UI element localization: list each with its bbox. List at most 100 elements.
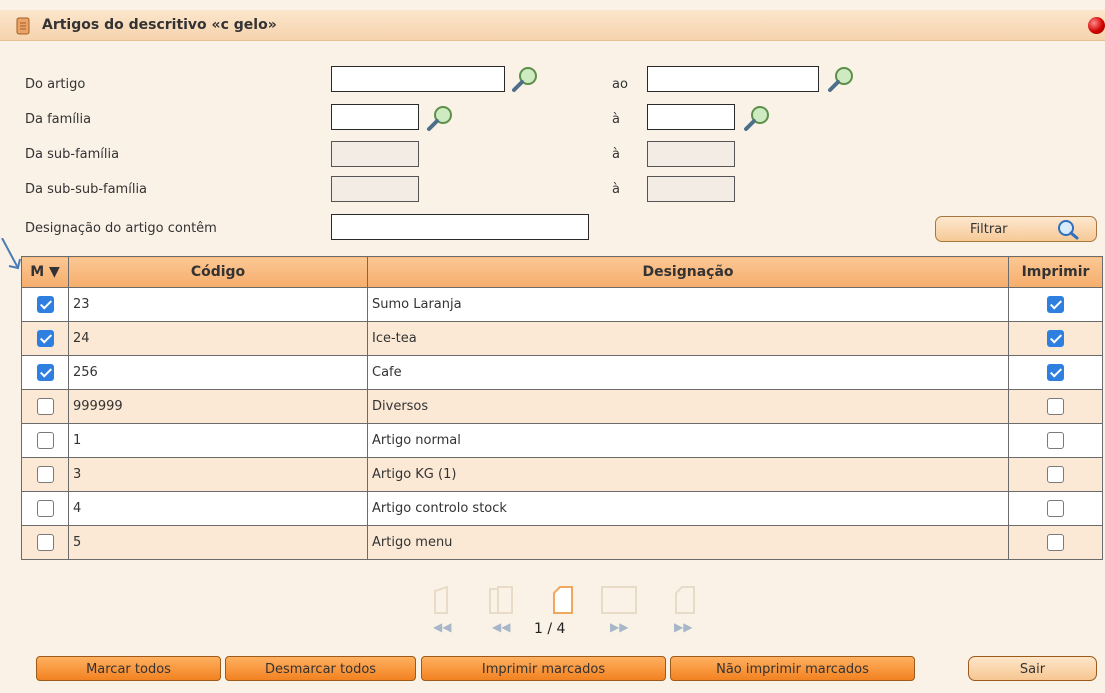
dont-print-marked-button[interactable]: Não imprimir marcados [670,656,915,681]
mark-checkbox[interactable] [36,296,54,313]
page-indicator: 1 / 4 [534,621,566,637]
mark-cell [21,389,69,424]
designacao-cell: Artigo KG (1) [367,457,1009,492]
mark-cell [21,525,69,560]
unmark-all-button[interactable]: Desmarcar todos [225,656,416,681]
designacao-cell: Sumo Laranja [367,287,1009,322]
table-row[interactable]: 999999 Diversos [21,389,1103,424]
mark-checkbox[interactable] [36,466,54,483]
da-subsubfamilia-input [331,176,419,202]
filter-button-label: Filtrar [970,222,1008,237]
do-artigo-input[interactable] [331,66,505,92]
print-checkbox[interactable] [1047,330,1064,347]
mark-checkbox[interactable] [36,534,54,551]
a-subsubfamilia-label: à [612,182,620,197]
mark-cell [21,423,69,458]
filter-button[interactable]: Filtrar [935,216,1097,242]
previous-page-icon[interactable]: ◀◀ [486,583,522,635]
mark-cell [21,287,69,322]
next-page-icon[interactable]: ▶▶ [598,583,648,635]
last-page-icon[interactable]: ▶▶ [670,583,700,635]
designacao-cell: Cafe [367,355,1009,390]
mark-cell [21,457,69,492]
table-row[interactable]: 23 Sumo Laranja [21,287,1103,322]
codigo-cell: 3 [68,457,368,492]
print-checkbox[interactable] [1047,296,1064,313]
mark-checkbox[interactable] [36,500,54,517]
codigo-cell: 5 [68,525,368,560]
imprimir-cell [1008,525,1103,560]
chevron-down-icon: ▼ [49,264,60,280]
a-subsubfamilia-input [647,176,735,202]
codigo-cell: 999999 [68,389,368,424]
svg-text:▶▶: ▶▶ [610,620,629,634]
da-familia-input[interactable] [331,104,419,130]
print-checkbox[interactable] [1047,466,1064,483]
table-row[interactable]: 4 Artigo controlo stock [21,491,1103,526]
da-subsubfamilia-label: Da sub-sub-família [25,182,148,197]
window-title: Artigos do descritivo «c gelo» [42,17,277,33]
ao-input[interactable] [647,66,819,92]
search-icon [1058,220,1079,240]
designacao-input[interactable] [331,214,589,240]
table-row[interactable]: 1 Artigo normal [21,423,1103,458]
codigo-cell: 1 [68,423,368,458]
search-icon[interactable] [510,64,540,94]
table-row[interactable]: 3 Artigo KG (1) [21,457,1103,492]
column-header-mark[interactable]: M ▼ [21,256,69,288]
mark-checkbox[interactable] [36,364,54,381]
print-checkbox[interactable] [1047,500,1064,517]
exit-button[interactable]: Sair [968,656,1097,681]
da-familia-label: Da família [25,112,92,127]
ao-label: ao [612,77,628,92]
search-icon[interactable] [826,64,856,94]
designacao-label: Designação do artigo contêm [25,221,217,236]
mark-all-button[interactable]: Marcar todos [36,656,221,681]
print-checkbox[interactable] [1047,364,1064,381]
a-subfamilia-label: à [612,147,620,162]
table-row[interactable]: 24 Ice-tea [21,321,1103,356]
column-header-codigo[interactable]: Código [68,256,368,288]
imprimir-cell [1008,321,1103,356]
title-bar: Artigos do descritivo «c gelo» [0,10,1105,41]
mark-cell [21,491,69,526]
imprimir-cell [1008,491,1103,526]
column-header-designacao[interactable]: Designação [367,256,1009,288]
da-subfamilia-input [331,141,419,167]
mark-cell [21,321,69,356]
mark-checkbox[interactable] [36,330,54,347]
document-icon [16,17,30,35]
print-checkbox[interactable] [1047,534,1064,551]
codigo-cell: 23 [68,287,368,322]
designacao-cell: Artigo normal [367,423,1009,458]
svg-text:▶▶: ▶▶ [674,620,693,634]
imprimir-cell [1008,423,1103,458]
designacao-cell: Ice-tea [367,321,1009,356]
mark-cell [21,355,69,390]
mark-checkbox[interactable] [36,398,54,415]
table-row[interactable]: 256 Cafe [21,355,1103,390]
print-checkbox[interactable] [1047,432,1064,449]
codigo-cell: 4 [68,491,368,526]
imprimir-cell [1008,355,1103,390]
search-icon[interactable] [742,103,772,133]
da-subfamilia-label: Da sub-família [25,147,120,162]
print-checkbox[interactable] [1047,398,1064,415]
column-header-imprimir[interactable]: Imprimir [1008,256,1103,288]
table-row[interactable]: 5 Artigo menu [21,525,1103,560]
print-marked-button[interactable]: Imprimir marcados [421,656,666,681]
close-icon[interactable] [1088,17,1105,34]
imprimir-cell [1008,389,1103,424]
first-page-icon[interactable]: ◀◀ [429,583,459,635]
codigo-cell: 256 [68,355,368,390]
articles-table: M ▼ Código Designação Imprimir 23 Sumo La… [21,256,1103,560]
a-familia-label: à [612,112,620,127]
mark-checkbox[interactable] [36,432,54,449]
a-familia-input[interactable] [647,104,735,130]
search-icon[interactable] [425,103,455,133]
codigo-cell: 24 [68,321,368,356]
designacao-cell: Diversos [367,389,1009,424]
a-subfamilia-input [647,141,735,167]
designacao-cell: Artigo menu [367,525,1009,560]
svg-text:◀◀: ◀◀ [492,620,511,634]
